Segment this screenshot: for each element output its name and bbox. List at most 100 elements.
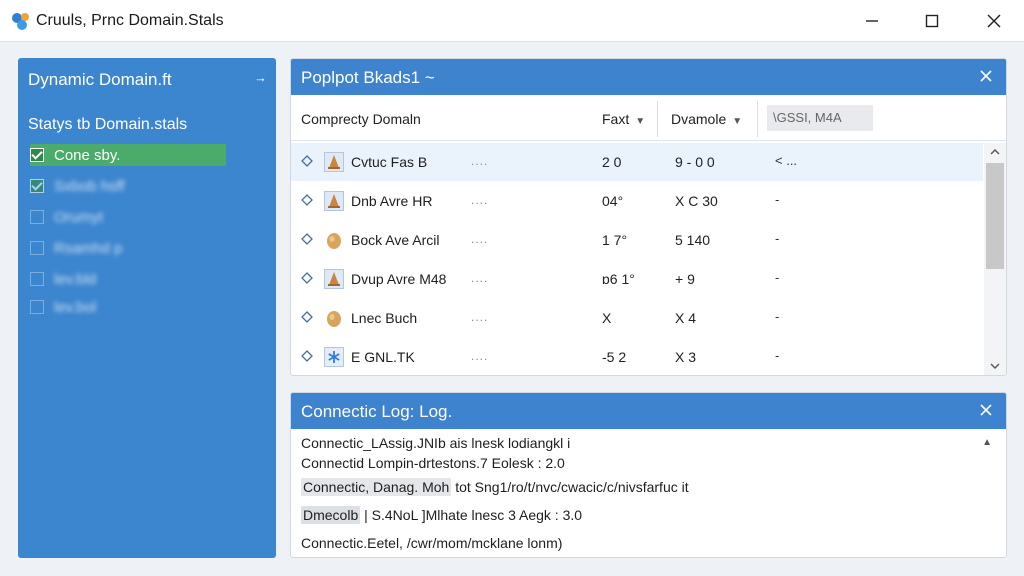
domains-panel-title[interactable]: Poplpot Bkads1 ~ (301, 68, 435, 88)
maximize-button[interactable] (914, 6, 950, 36)
log-line-text: | S.4NoL ]Mlhate lnesc 3 Aegk : 3.0 (360, 507, 583, 523)
column-header-domain[interactable]: Comprecty Domaln (301, 111, 421, 127)
sidebar-item[interactable]: Rsamhd p (30, 237, 226, 259)
close-window-button[interactable] (976, 6, 1012, 36)
log-output[interactable]: ▲ Connectic_LAssig.JNIb ais lnesk lodian… (291, 431, 1006, 557)
row-name: Dvup Avre M48 (351, 271, 447, 287)
maximize-icon (925, 14, 939, 28)
row-domain-value: 9 - 0 0 (675, 154, 715, 170)
table-row[interactable]: Bock Ave Arcil .... 1 7° 5 140 - (291, 221, 983, 259)
checkbox[interactable] (30, 179, 44, 193)
row-name: Cvtuc Fas B (351, 154, 428, 170)
log-line: Connectic_LAssig.JNIb ais lnesk lodiangk… (301, 435, 570, 451)
vertical-scrollbar[interactable] (984, 143, 1006, 375)
sidebar-item[interactable]: Orumyt (30, 206, 226, 228)
row-name: Lnec Buch (351, 310, 418, 326)
log-panel-title: Connectic Log: Log. (301, 402, 453, 421)
row-extra: - (775, 270, 780, 285)
expand-diamond-icon[interactable] (301, 233, 313, 245)
log-line-source: Connectic.Eetel, (301, 535, 403, 551)
row-domain-value: X C 30 (675, 193, 718, 209)
domains-panel: Poplpot Bkads1 ~ Comprecty Domaln Faxt ▼ … (290, 58, 1007, 376)
sidebar: Dynamic Domain.ft → Statys tb Domain.sta… (18, 58, 276, 558)
row-domain-value: + 9 (675, 271, 695, 287)
checkbox[interactable] (30, 210, 44, 224)
log-line-text: .7 Eolesk : 2.0 (476, 455, 565, 471)
table-row[interactable]: Cvtuc Fas B .... 2 0 9 - 0 0 < ... (291, 143, 983, 181)
row-extra: - (775, 192, 780, 207)
sidebar-section-title: Statys tb Domain.stals (28, 116, 188, 133)
row-extra: - (775, 231, 780, 246)
row-domain-value: X 4 (675, 310, 697, 326)
scroll-up-icon[interactable] (989, 147, 1001, 157)
checkbox[interactable] (30, 272, 44, 286)
row-fast-value: ɒ6 1° (602, 271, 635, 287)
log-line: Connectic.Eetel, /cwr/mom/mcklane lonm) (301, 535, 562, 551)
checkbox[interactable] (30, 148, 44, 162)
expand-diamond-icon[interactable] (301, 350, 313, 362)
egg-icon (327, 311, 341, 327)
expand-diamond-icon[interactable] (301, 155, 313, 167)
row-name: Dnb Avre HR (351, 193, 433, 209)
row-dots: .... (471, 193, 489, 207)
sidebar-item-label: Cone sby. (54, 146, 121, 164)
expand-diamond-icon[interactable] (301, 194, 313, 206)
table-row[interactable]: Dnb Avre HR .... 04° X C 30 - (291, 182, 983, 220)
sidebar-item-label: Rsamhd p (54, 239, 123, 257)
close-icon[interactable] (978, 68, 994, 84)
table-row[interactable]: Lnec Buch .... X X 4 - (291, 299, 983, 337)
checkbox[interactable] (30, 241, 44, 255)
log-line-source: Connectic_LAssig.JNIb (301, 435, 446, 451)
column-header-label: Faxt (602, 111, 630, 127)
close-icon[interactable] (978, 402, 994, 418)
cone-icon (324, 269, 344, 289)
column-header-label: Dvamole (671, 111, 727, 127)
sidebar-item[interactable]: lev.bld (30, 268, 226, 290)
scroll-down-icon[interactable] (989, 361, 1001, 371)
column-header-fast[interactable]: Faxt ▼ (602, 111, 645, 127)
log-line-source: Dmecolb (301, 506, 361, 524)
log-line-text: ais lnesk lodiangkl i (445, 435, 571, 451)
log-line-text: tot Sng1/ro/t/nvc/cwacic/c/nivsfarfuc it (451, 479, 689, 495)
row-fast-value: 2 0 (602, 154, 622, 170)
row-dots: .... (471, 310, 489, 324)
sidebar-collapse-icon[interactable]: → (254, 70, 267, 85)
row-domain-value: 5 140 (675, 232, 711, 248)
sort-down-icon: ▼ (635, 116, 646, 127)
log-line: Dmecolb | S.4NoL ]Mlhate lnesc 3 Aegk : … (301, 506, 583, 524)
scrollbar-thumb[interactable] (986, 163, 1004, 269)
window-title: Cruuls, Prnc Domain.Stals (36, 12, 224, 29)
sidebar-item[interactable]: Sxbob hsff (30, 175, 226, 197)
sidebar-item-label: lev.bld (54, 270, 97, 288)
column-header-domain2[interactable]: Dvamole ▼ (671, 111, 742, 127)
close-icon (987, 14, 1001, 28)
title-bar: Cruuls, Prnc Domain.Stals (0, 0, 1024, 42)
log-line: Connectid Lompin-drtestons.7 Eolesk : 2.… (301, 455, 565, 471)
expand-diamond-icon[interactable] (301, 272, 313, 284)
app-logo-icon (12, 13, 29, 30)
sidebar-item[interactable]: lev.bol (30, 296, 226, 318)
expand-diamond-icon[interactable] (301, 311, 313, 323)
minimize-icon (866, 20, 878, 22)
row-dots: .... (471, 349, 489, 363)
minimize-button[interactable] (854, 6, 890, 36)
row-name: E GNL.TK (351, 349, 415, 365)
sidebar-item[interactable]: Cone sby. (30, 144, 226, 166)
table-row[interactable]: E GNL.TK .... -5 2 X 3 - (291, 338, 983, 375)
row-dots: .... (471, 232, 489, 246)
table-row[interactable]: Dvup Avre M48 .... ɒ6 1° + 9 - (291, 260, 983, 298)
egg-icon (327, 233, 341, 249)
sidebar-item-label: Orumyt (54, 208, 104, 226)
log-line-text: /cwr/mom/mcklane lonm) (402, 535, 563, 551)
log-line: Connectic, Danag. Moh tot Sng1/ro/t/nvc/… (301, 478, 689, 496)
log-line-source: Connectid Lompin-drtestons (301, 455, 477, 471)
row-domain-value: X 3 (675, 349, 697, 365)
checkbox[interactable] (30, 300, 44, 314)
column-search-field[interactable]: \GSSI, M4A (767, 105, 873, 131)
scroll-marker-icon: ▲ (982, 437, 992, 448)
row-fast-value: 04° (602, 193, 624, 209)
row-extra: < ... (775, 153, 798, 168)
sort-down-icon: ▼ (732, 116, 743, 127)
row-extra: - (775, 309, 780, 324)
sidebar-item-label: lev.bol (54, 298, 97, 316)
